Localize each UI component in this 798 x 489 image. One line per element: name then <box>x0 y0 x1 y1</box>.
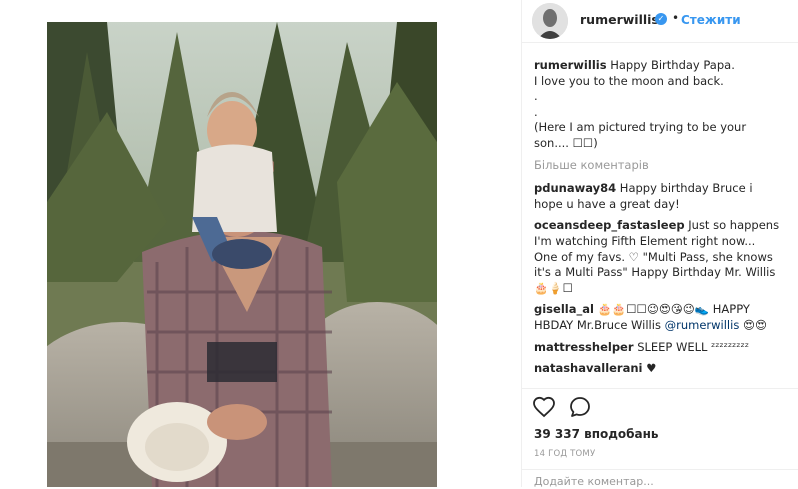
comment-text: ♥ <box>646 361 657 376</box>
comment-username[interactable]: pdunaway84 <box>534 181 616 195</box>
avatar-image <box>532 3 568 39</box>
post-photo[interactable] <box>47 22 437 487</box>
comments-list[interactable]: rumerwillis Happy Birthday Papa. I love … <box>522 58 784 388</box>
follow-button[interactable]: Стежити <box>681 13 741 27</box>
post-header: rumerwillis ✓ • Стежити <box>522 0 798 43</box>
caption-username[interactable]: rumerwillis <box>534 58 607 72</box>
comment-item: oceansdeep_fastasleep Just so happens I'… <box>534 218 782 296</box>
comment-text-tail: 😍😍 <box>739 317 767 332</box>
comment-username[interactable]: mattresshelper <box>534 340 634 354</box>
comment-mention[interactable]: @rumerwillis <box>665 318 740 332</box>
load-more-comments-button[interactable]: Більше коментарів <box>534 158 784 174</box>
comment-text: SLEEP WELL ᶻᶻᶻᶻᶻᶻᶻᶻᶻ <box>637 339 750 354</box>
comment-username[interactable]: gisella_al <box>534 302 594 316</box>
speech-bubble-icon[interactable] <box>568 395 592 419</box>
comment-username[interactable]: natashavallerani <box>534 361 643 375</box>
caption: rumerwillis Happy Birthday Papa. I love … <box>534 58 782 152</box>
comment-item: mattresshelper SLEEP WELL ᶻᶻᶻᶻᶻᶻᶻᶻᶻ <box>534 340 782 356</box>
post-timestamp[interactable]: 14 ГОД ТОМУ <box>534 449 595 459</box>
comment-item: pdunaway84 Happy birthday Bruce i hope u… <box>534 181 782 212</box>
avatar[interactable] <box>532 3 568 39</box>
verified-badge-icon: ✓ <box>655 13 667 25</box>
likes-count[interactable]: 39 337 вподобань <box>534 427 659 441</box>
comment-username[interactable]: oceansdeep_fastasleep <box>534 218 685 232</box>
post-actions: 39 337 вподобань 14 ГОД ТОМУ <box>522 388 798 489</box>
comment-item: natashavallerani ♥ <box>534 361 782 377</box>
comment-item: gisella_al 🎂🎂☐☐😉😍😘😉👟 HAPPY HBDAY Mr.Bruc… <box>534 302 782 333</box>
photo-illustration <box>47 22 437 487</box>
header-separator: • <box>672 11 680 25</box>
photo-panel <box>0 0 522 487</box>
header-username[interactable]: rumerwillis <box>580 12 659 27</box>
heart-icon[interactable] <box>532 395 556 419</box>
add-comment-bar <box>522 469 798 489</box>
post-side-panel: rumerwillis ✓ • Стежити rumerwillis Happ… <box>522 0 798 489</box>
comments-scrollbar[interactable] <box>784 58 790 388</box>
